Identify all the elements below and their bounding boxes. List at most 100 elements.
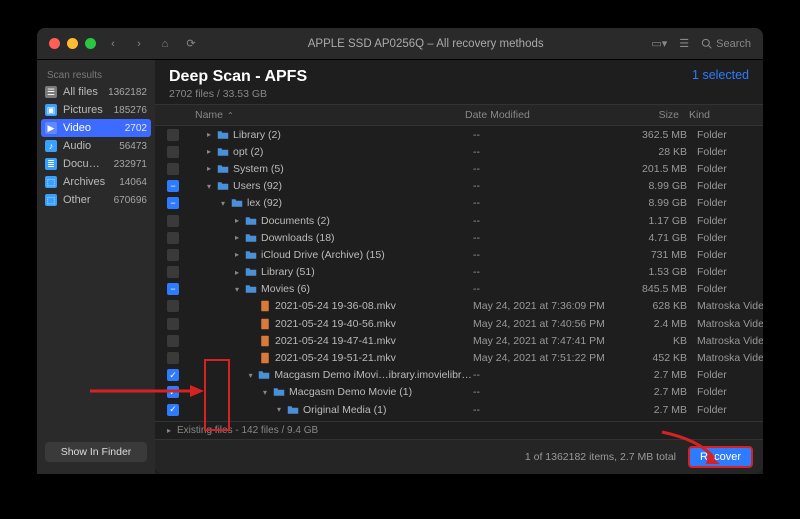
disclosure-icon[interactable]: ▾ — [205, 182, 213, 191]
row-checkbox[interactable] — [167, 352, 179, 364]
file-kind: Folder — [687, 146, 763, 158]
view-icon[interactable]: ▭▾ — [651, 37, 667, 50]
recover-button[interactable]: Recover — [688, 446, 753, 468]
row-checkbox[interactable] — [167, 146, 179, 158]
disclosure-icon[interactable]: ▾ — [233, 285, 241, 294]
file-row[interactable]: 2021-05-24 19-51-21.mkvMay 24, 2021 at 7… — [155, 349, 763, 366]
file-name: System (5) — [233, 163, 284, 175]
sidebar-item-documents[interactable]: ≣Documents232971 — [37, 155, 155, 173]
disclosure-icon[interactable]: ▾ — [247, 371, 254, 380]
col-kind[interactable]: Kind — [679, 109, 755, 121]
file-row[interactable]: ▸Documents (2)--1.17 GBFolder — [155, 212, 763, 229]
sidebar-item-video[interactable]: ▶Video2702 — [41, 119, 151, 137]
col-size[interactable]: Size — [615, 109, 679, 121]
search-field[interactable]: Search — [701, 38, 751, 50]
refresh-icon[interactable]: ⟳ — [182, 37, 200, 50]
file-row[interactable]: −▾lex (92)--8.99 GBFolder — [155, 195, 763, 212]
row-checkbox[interactable] — [167, 266, 179, 278]
disclosure-icon[interactable]: ▸ — [233, 268, 241, 277]
file-size: 731 MB — [623, 249, 687, 261]
file-row[interactable]: ✓▾Original Media (1)--2.7 MBFolder — [155, 401, 763, 418]
disclosure-icon[interactable]: ▸ — [205, 130, 213, 139]
disclosure-icon[interactable]: ▸ — [205, 164, 213, 173]
disclosure-icon[interactable]: ▾ — [261, 388, 269, 397]
disclosure-icon[interactable]: ▸ — [233, 233, 241, 242]
close-dot[interactable] — [49, 38, 60, 49]
disclosure-icon[interactable]: ▾ — [275, 405, 283, 414]
file-row[interactable]: ✓▾Macgasm Demo iMovi…ibrary.imovielibrar… — [155, 367, 763, 384]
show-in-finder-button[interactable]: Show In Finder — [45, 442, 147, 462]
main-panel: Deep Scan - APFS 2702 files / 33.53 GB 1… — [155, 60, 763, 474]
file-row[interactable]: 2021-05-24 19-47-41.mkvMay 24, 2021 at 7… — [155, 332, 763, 349]
row-checkbox[interactable] — [167, 318, 179, 330]
sidebar-item-all-files[interactable]: ☰All files1362182 — [37, 83, 155, 101]
row-checkbox[interactable]: ✓ — [167, 386, 179, 398]
file-name: Users (92) — [233, 180, 282, 192]
file-row[interactable]: ▸Library (2)--362.5 MBFolder — [155, 126, 763, 143]
disclosure-icon[interactable]: ▸ — [233, 216, 241, 225]
file-name: 2021-05-24 19-51-21.mkv — [275, 352, 396, 364]
file-icon — [259, 335, 271, 347]
row-checkbox[interactable]: ✓ — [167, 369, 179, 381]
row-checkbox[interactable] — [167, 129, 179, 141]
row-checkbox[interactable] — [167, 300, 179, 312]
col-name[interactable]: Name ⌃ — [191, 109, 465, 121]
file-name: Downloads (18) — [261, 232, 335, 244]
sidebar-icon: ▶ — [45, 122, 57, 134]
sidebar-item-other[interactable]: ⬚Other670696 — [37, 191, 155, 209]
window-title: APPLE SSD AP0256Q – All recovery methods — [208, 38, 643, 50]
sidebar-item-label: Video — [63, 122, 119, 134]
file-name: Library (2) — [233, 129, 281, 141]
file-row[interactable]: ▸opt (2)--28 KBFolder — [155, 143, 763, 160]
row-checkbox[interactable]: − — [167, 197, 179, 209]
row-checkbox[interactable]: − — [167, 180, 179, 192]
folder-icon — [217, 146, 229, 158]
file-kind: Folder — [687, 129, 763, 141]
file-size: 28 KB — [623, 146, 687, 158]
file-row[interactable]: ▸Downloads (18)--4.71 GBFolder — [155, 229, 763, 246]
file-row[interactable]: ▸Library (51)--1.53 GBFolder — [155, 264, 763, 281]
row-checkbox[interactable]: ✓ — [167, 404, 179, 416]
file-kind: Folder — [687, 232, 763, 244]
sidebar-item-label: Other — [63, 194, 108, 206]
file-row[interactable]: 2021-05-24 19-36-08.mkvMay 24, 2021 at 7… — [155, 298, 763, 315]
file-row[interactable]: ✓▾Macgasm Demo Movie (1)--2.7 MBFolder — [155, 384, 763, 401]
disclosure-icon[interactable]: ▾ — [219, 199, 227, 208]
sidebar-item-count: 1362182 — [108, 87, 147, 98]
file-row[interactable]: ▸System (5)--201.5 MBFolder — [155, 160, 763, 177]
search-icon — [701, 38, 712, 49]
sidebar-item-archives[interactable]: ⬚Archives14064 — [37, 173, 155, 191]
sidebar-icon: ⬚ — [45, 194, 57, 206]
file-size: 362.5 MB — [623, 129, 687, 141]
sidebar-item-pictures[interactable]: ▣Pictures185276 — [37, 101, 155, 119]
file-row[interactable]: ▸iCloud Drive (Archive) (15)--731 MBFold… — [155, 246, 763, 263]
minimize-dot[interactable] — [67, 38, 78, 49]
home-icon[interactable]: ⌂ — [156, 38, 174, 50]
folder-icon — [245, 249, 257, 261]
row-checkbox[interactable] — [167, 163, 179, 175]
titlebar: ‹ › ⌂ ⟳ APPLE SSD AP0256Q – All recovery… — [37, 28, 763, 60]
zoom-dot[interactable] — [85, 38, 96, 49]
back-button[interactable]: ‹ — [104, 38, 122, 50]
file-row[interactable]: ✓Screen Recording…1 12.51.45 AM.movNov 1… — [155, 418, 763, 421]
disclosure-icon[interactable]: ▸ — [205, 147, 213, 156]
file-date: May 24, 2021 at 7:36:09 PM — [473, 300, 623, 312]
file-row[interactable]: −▾Users (92)--8.99 GBFolder — [155, 178, 763, 195]
file-row[interactable]: 2021-05-24 19-40-56.mkvMay 24, 2021 at 7… — [155, 315, 763, 332]
filter-icon[interactable]: ☰ — [679, 37, 689, 50]
row-checkbox[interactable] — [167, 215, 179, 227]
row-checkbox[interactable] — [167, 335, 179, 347]
file-list[interactable]: ▸Library (2)--362.5 MBFolder▸opt (2)--28… — [155, 126, 763, 421]
row-checkbox[interactable] — [167, 232, 179, 244]
col-date[interactable]: Date Modified — [465, 109, 615, 121]
file-icon — [259, 318, 271, 330]
row-checkbox[interactable]: − — [167, 283, 179, 295]
existing-files-row[interactable]: ▸ Existing files - 142 files / 9.4 GB — [155, 421, 763, 439]
forward-button[interactable]: › — [130, 38, 148, 50]
column-headers: Name ⌃ Date Modified Size Kind — [155, 104, 763, 126]
sidebar-item-audio[interactable]: ♪Audio56473 — [37, 137, 155, 155]
page-title: Deep Scan - APFS — [169, 68, 307, 86]
file-row[interactable]: −▾Movies (6)--845.5 MBFolder — [155, 281, 763, 298]
disclosure-icon[interactable]: ▸ — [233, 250, 241, 259]
row-checkbox[interactable] — [167, 249, 179, 261]
